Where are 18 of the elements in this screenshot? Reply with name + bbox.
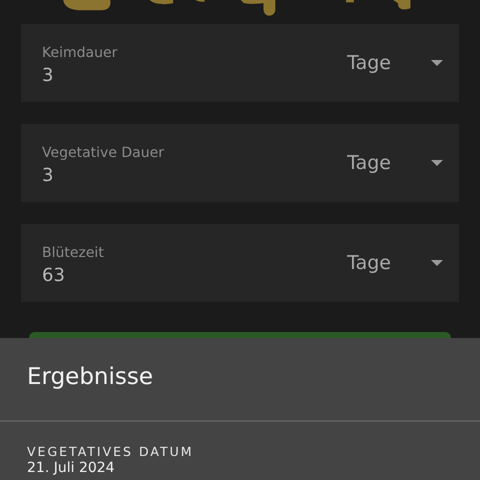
result-label: VEGETATIVES DATUM [27, 444, 195, 459]
sheet-title: Ergebnisse [26, 363, 154, 392]
field-value: 63 [42, 264, 66, 286]
field-value: 3 [42, 164, 54, 186]
field-label: Vegetative Dauer [42, 144, 164, 160]
input-field[interactable]: Keimdauer 3 Tage [21, 24, 459, 102]
result-value: 21. Juli 2024 [27, 460, 116, 476]
field-value: 3 [42, 64, 54, 86]
unit-dropdown[interactable]: Tage [347, 52, 445, 74]
input-field[interactable]: Blütezeit 63 Tage [21, 224, 459, 302]
caret-icon [431, 160, 443, 166]
field-label: Blütezeit [42, 244, 104, 260]
unit-dropdown[interactable]: Tage [347, 152, 445, 174]
input-field[interactable]: Vegetative Dauer 3 Tage [21, 124, 459, 202]
caret-icon [431, 260, 443, 266]
caret-icon [431, 60, 443, 66]
unit-dropdown[interactable]: Tage [347, 252, 445, 274]
field-label: Keimdauer [42, 44, 118, 60]
